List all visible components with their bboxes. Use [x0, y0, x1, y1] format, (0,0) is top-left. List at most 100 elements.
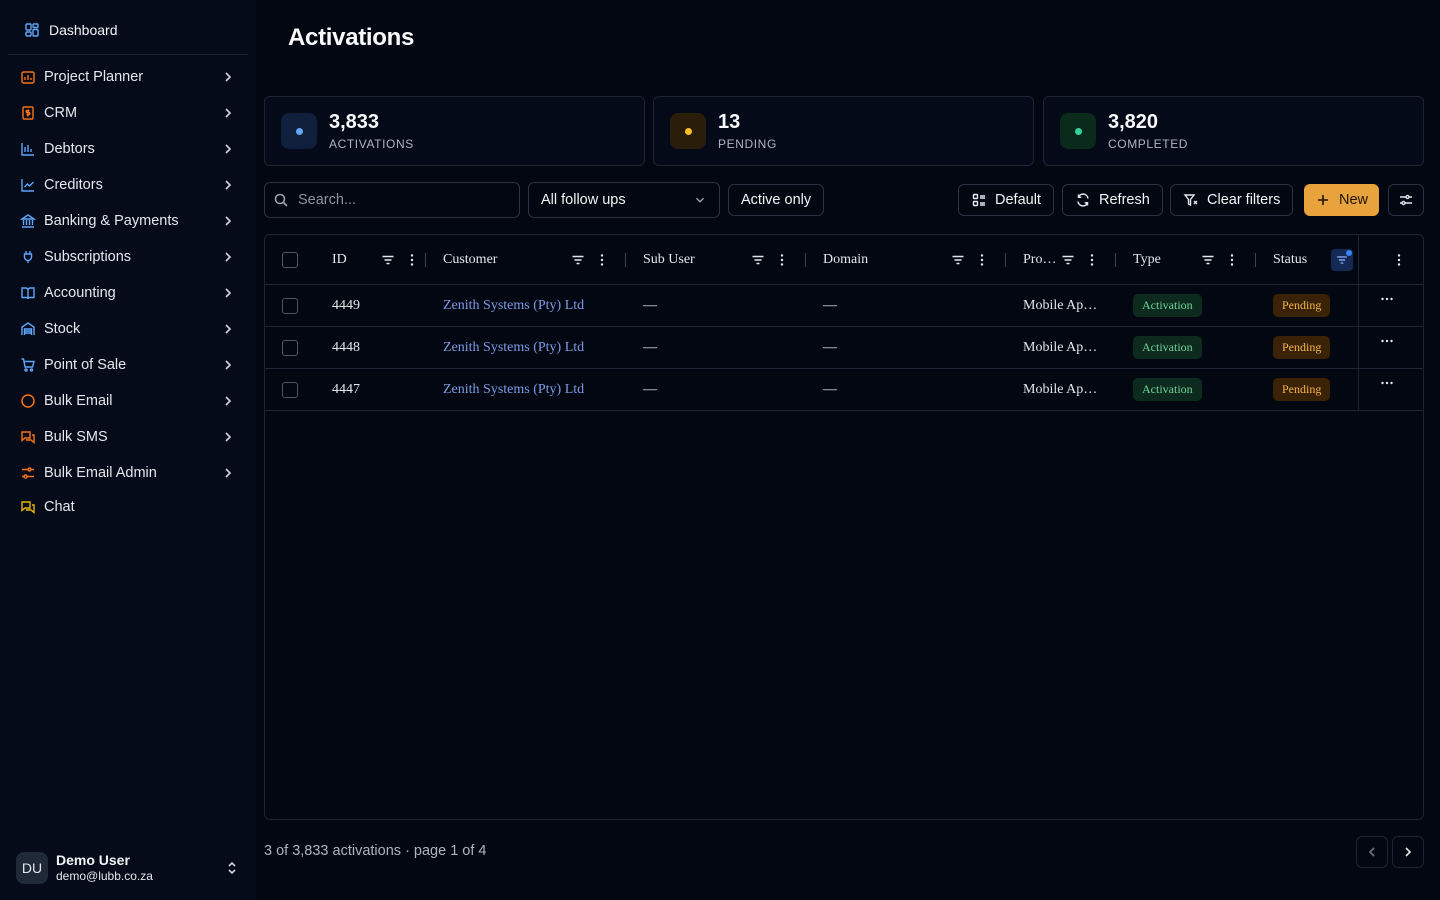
more-vertical-icon[interactable] — [974, 252, 990, 268]
column-resize-handle[interactable] — [805, 253, 806, 267]
column-header-label: Domain — [823, 251, 869, 267]
chevron-right-icon — [220, 249, 236, 265]
active-filter-icon[interactable] — [1331, 248, 1353, 271]
filter-icon[interactable] — [750, 252, 766, 268]
more-vertical-icon[interactable] — [594, 252, 610, 268]
customer-link[interactable]: Zenith Systems (Pty) Ltd — [443, 369, 584, 410]
columns-menu-button[interactable] — [1391, 235, 1407, 284]
new-button[interactable]: New — [1304, 184, 1380, 216]
column-header-id[interactable]: ID — [332, 235, 420, 284]
column-header-customer[interactable]: Customer — [443, 235, 610, 284]
sidebar-item-accounting[interactable]: Accounting — [8, 275, 248, 311]
circle-icon — [20, 393, 36, 409]
row-checkbox[interactable] — [282, 369, 298, 410]
user-info: Demo User demo@lubb.co.za — [56, 852, 216, 883]
sidebar-item-label: CRM — [44, 105, 78, 121]
row-checkbox[interactable] — [282, 327, 298, 368]
status-badge: Pending — [1273, 369, 1331, 410]
filter-icon[interactable] — [570, 252, 586, 268]
table-row[interactable]: 4449 Zenith Systems (Pty) Ltd — — Mobile… — [265, 285, 1423, 327]
line-chart-icon — [20, 177, 36, 193]
table-row[interactable]: 4448 Zenith Systems (Pty) Ltd — — Mobile… — [265, 327, 1423, 369]
filter-icon[interactable] — [1200, 252, 1216, 268]
type-badge: Activation — [1133, 285, 1202, 326]
refresh-label: Refresh — [1099, 192, 1150, 208]
sidebar-item-bulk-email[interactable]: Bulk Email — [8, 383, 248, 419]
column-resize-handle[interactable] — [625, 253, 626, 267]
table-row[interactable]: 4447 Zenith Systems (Pty) Ltd — — Mobile… — [265, 369, 1423, 411]
cell-sub-user: — — [643, 381, 657, 397]
user-name: Demo User — [56, 852, 130, 869]
sidebar-item-bulk-email-admin[interactable]: Bulk Email Admin — [8, 455, 248, 491]
sidebar-item-label: Bulk SMS — [44, 429, 108, 445]
next-page-button[interactable] — [1392, 836, 1424, 868]
column-resize-handle[interactable] — [1255, 253, 1256, 267]
search-box — [264, 182, 520, 218]
cell-id: 4448 — [332, 339, 360, 355]
row-actions-button[interactable] — [1379, 285, 1395, 326]
sidebar-item-dashboard[interactable]: Dashboard — [8, 14, 248, 46]
sidebar-item-label: Debtors — [44, 141, 95, 157]
row-checkbox[interactable] — [282, 285, 298, 326]
sidebar-item-creditors[interactable]: Creditors — [8, 167, 248, 203]
column-header-type[interactable]: Type — [1133, 235, 1240, 284]
default-view-button[interactable]: Default — [958, 184, 1054, 216]
chevron-right-icon — [1400, 844, 1416, 860]
chevron-down-icon — [693, 193, 707, 207]
cell-domain: — — [823, 297, 837, 313]
filter-icon[interactable] — [950, 252, 966, 268]
chat-icon — [20, 499, 36, 515]
stat-card-activations: 3,833 ACTIVATIONS — [264, 96, 645, 166]
table-header: ID Customer Sub User Domain Pro… Type St… — [265, 235, 1423, 285]
more-vertical-icon[interactable] — [774, 252, 790, 268]
column-header-sub-user[interactable]: Sub User — [643, 235, 790, 284]
row-actions-button[interactable] — [1379, 327, 1395, 368]
clear-filters-button[interactable]: Clear filters — [1170, 184, 1294, 216]
sidebar-item-label: Subscriptions — [44, 249, 132, 265]
sidebar-item-project-planner[interactable]: Project Planner — [8, 59, 248, 95]
sidebar-item-bulk-sms[interactable]: Bulk SMS — [8, 419, 248, 455]
column-resize-handle[interactable] — [1115, 253, 1116, 267]
column-header-domain[interactable]: Domain — [823, 235, 990, 284]
column-header-status[interactable]: Status — [1273, 235, 1353, 284]
sidebar-item-chat[interactable]: Chat — [8, 491, 248, 523]
customer-link[interactable]: Zenith Systems (Pty) Ltd — [443, 285, 584, 326]
select-all-checkbox[interactable] — [282, 235, 298, 284]
chevrons-up-down-icon — [224, 860, 240, 876]
cell-domain: — — [823, 339, 837, 355]
refresh-icon — [1075, 192, 1091, 208]
more-vertical-icon[interactable] — [1224, 252, 1240, 268]
sidebar-nav: Project Planner CRM Debtors Creditors Ba… — [8, 59, 248, 523]
search-input[interactable] — [298, 192, 498, 208]
calendar-chart-icon — [20, 69, 36, 85]
sidebar-item-point-of-sale[interactable]: Point of Sale — [8, 347, 248, 383]
active-only-button[interactable]: Active only — [728, 184, 825, 216]
sidebar-item-stock[interactable]: Stock — [8, 311, 248, 347]
filter-icon[interactable] — [380, 252, 396, 268]
filter-icon[interactable] — [1060, 252, 1076, 268]
search-icon — [273, 192, 289, 208]
more-vertical-icon[interactable] — [404, 252, 420, 268]
more-vertical-icon[interactable] — [1084, 252, 1100, 268]
previous-page-button[interactable] — [1356, 836, 1388, 868]
row-actions-button[interactable] — [1379, 369, 1395, 410]
sidebar-item-label: Bulk Email Admin — [44, 465, 157, 481]
sidebar-item-label: Dashboard — [49, 22, 118, 38]
user-menu[interactable]: DU Demo User demo@lubb.co.za — [16, 848, 248, 888]
sidebar-item-crm[interactable]: CRM — [8, 95, 248, 131]
plug-icon — [20, 249, 36, 265]
stat-card-pending: 13 PENDING — [653, 96, 1034, 166]
sidebar-item-subscriptions[interactable]: Subscriptions — [8, 239, 248, 275]
follow-up-select[interactable]: All follow ups — [528, 182, 720, 218]
sidebar-item-label: Chat — [44, 499, 75, 515]
column-resize-handle[interactable] — [425, 253, 426, 267]
column-resize-handle[interactable] — [1005, 253, 1006, 267]
warehouse-icon — [20, 321, 36, 337]
column-header-product[interactable]: Pro… — [1023, 235, 1100, 284]
column-header-label: Customer — [443, 251, 498, 267]
refresh-button[interactable]: Refresh — [1062, 184, 1163, 216]
customer-link[interactable]: Zenith Systems (Pty) Ltd — [443, 327, 584, 368]
view-settings-button[interactable] — [1388, 184, 1424, 216]
sidebar-item-debtors[interactable]: Debtors — [8, 131, 248, 167]
sidebar-item-banking-payments[interactable]: Banking & Payments — [8, 203, 248, 239]
